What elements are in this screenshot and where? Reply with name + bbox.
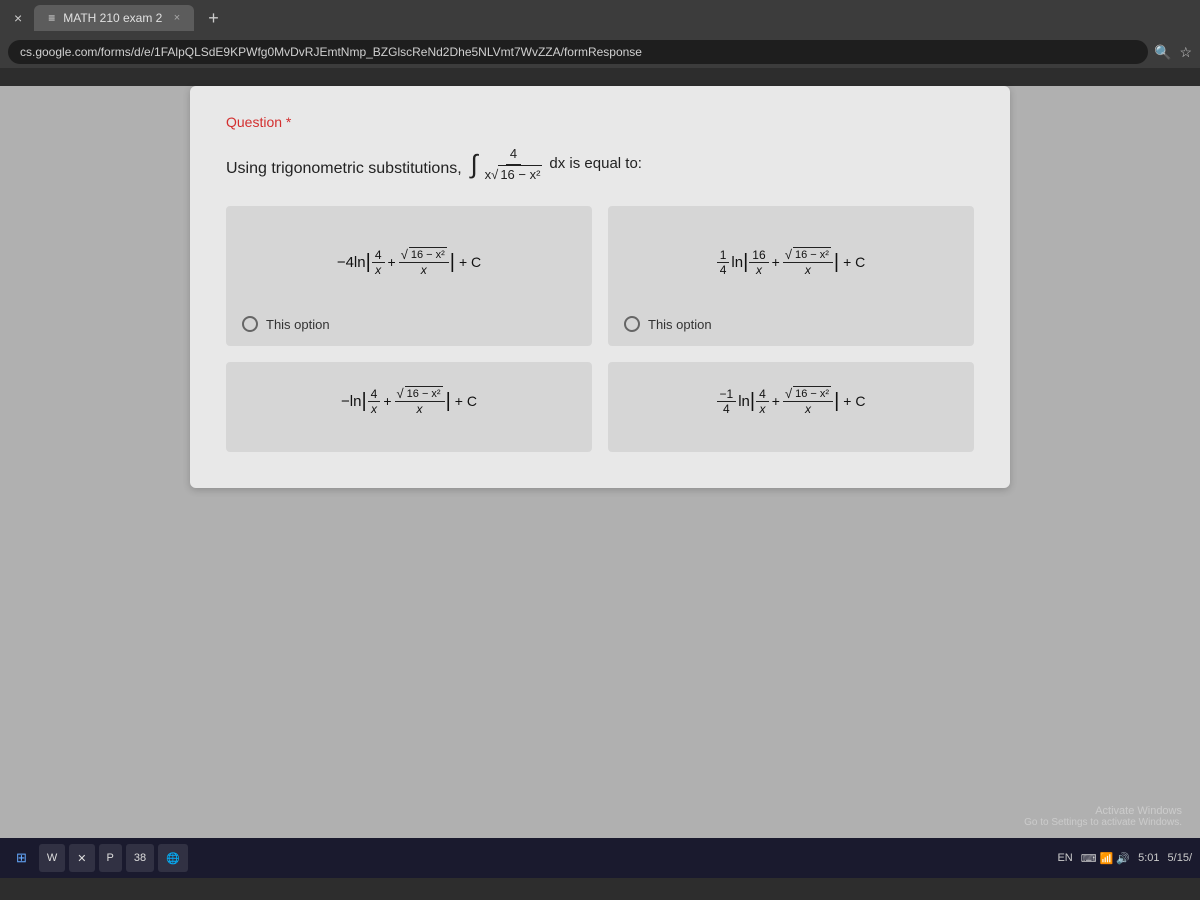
address-bar-row: cs.google.com/forms/d/e/1FAlpQLSdE9KPWfg… <box>0 36 1200 68</box>
abs-close-c: | <box>446 391 451 411</box>
browser-chrome: × ≡ MATH 210 exam 2 × + <box>0 0 1200 36</box>
bookmark-icon[interactable]: ☆ <box>1179 44 1192 61</box>
question-label: Question * <box>226 114 974 130</box>
integrand: 4 x√16 − x² <box>481 144 547 184</box>
tab-title: MATH 210 exam 2 <box>63 11 162 25</box>
dx-label: dx is equal to: <box>549 153 642 176</box>
taskbar-item-browser[interactable]: 🌐 <box>158 844 188 872</box>
options-top-grid: −4ln | 4 x + √16 − x² x | + C <box>226 206 974 346</box>
option-c-box: −ln | 4 x + √16 − x² x | + C <box>226 362 592 452</box>
address-icons: 🔍 ☆ <box>1154 44 1192 61</box>
taskbar-right: EN ⌨ 📶 🔊 5:01 5/15/ <box>1057 852 1192 865</box>
search-icon[interactable]: 🔍 <box>1154 44 1171 61</box>
tab-icon: ≡ <box>48 11 55 25</box>
option-b-formula: 1 4 ln | 16 x + √16 − x² x | + C <box>717 226 866 298</box>
option-b-radio[interactable] <box>624 316 640 332</box>
question-intro: Using trigonometric substitutions, <box>226 160 462 177</box>
abs-close-d: | <box>834 391 839 411</box>
taskbar-item-38[interactable]: 38 <box>126 844 154 872</box>
option-d-box: −1 4 ln | 4 x + √16 − x² x | + C <box>608 362 974 452</box>
taskbar-p-label: P <box>107 852 114 864</box>
option-d-formula: −1 4 ln | 4 x + √16 − x² x | + C <box>624 386 958 416</box>
abs-open-b: | <box>743 252 748 272</box>
option-c-formula: −ln | 4 x + √16 − x² x | + C <box>242 386 576 416</box>
option-a-label: This option <box>266 317 330 332</box>
address-text: cs.google.com/forms/d/e/1FAlpQLSdE9KPWfg… <box>20 45 642 59</box>
taskbar-38-label: 38 <box>134 852 146 864</box>
option-b-box: 1 4 ln | 16 x + √16 − x² x | + C <box>608 206 974 346</box>
required-star: * <box>282 114 291 130</box>
taskbar-start[interactable]: ⊞ <box>8 846 35 870</box>
option-a-radio-row: This option <box>242 316 330 332</box>
question-text: Using trigonometric substitutions, ∫ 4 x… <box>226 144 974 184</box>
taskbar: ⊞ W ✕ P 38 🌐 EN ⌨ 📶 🔊 5:01 5/15/ <box>0 838 1200 878</box>
taskbar-lang: EN <box>1057 852 1072 864</box>
window-close-button[interactable]: × <box>8 8 28 28</box>
integral-expression: ∫ 4 x√16 − x² dx is equal to: <box>471 144 642 184</box>
page-content: Question * Using trigonometric substitut… <box>0 86 1200 878</box>
taskbar-item-p[interactable]: P <box>99 844 122 872</box>
option-b-label: This option <box>648 317 712 332</box>
browser-tab[interactable]: ≡ MATH 210 exam 2 × <box>34 5 194 31</box>
new-tab-button[interactable]: + <box>200 6 227 31</box>
windows-watermark: Activate Windows Go to Settings to activ… <box>1024 805 1182 828</box>
address-bar[interactable]: cs.google.com/forms/d/e/1FAlpQLSdE9KPWfg… <box>8 40 1148 64</box>
option-a-formula: −4ln | 4 x + √16 − x² x | + C <box>337 226 481 298</box>
option-a-box: −4ln | 4 x + √16 − x² x | + C <box>226 206 592 346</box>
forms-card: Question * Using trigonometric substitut… <box>190 86 1010 488</box>
option-b-radio-row: This option <box>624 316 712 332</box>
taskbar-x-label: ✕ <box>77 852 86 865</box>
options-bottom-grid: −ln | 4 x + √16 − x² x | + C <box>226 362 974 452</box>
option-a-radio[interactable] <box>242 316 258 332</box>
abs-open-c: | <box>361 391 366 411</box>
abs-close-b: | <box>834 252 839 272</box>
taskbar-item-w[interactable]: W <box>39 844 65 872</box>
taskbar-date: 5/15/ <box>1168 852 1192 864</box>
abs-open-a: | <box>366 252 371 272</box>
question-label-text: Question <box>226 114 282 130</box>
taskbar-browser-icon: 🌐 <box>166 852 180 865</box>
taskbar-icons: ⌨ 📶 🔊 <box>1081 852 1130 865</box>
taskbar-w-label: W <box>47 852 57 864</box>
taskbar-item-x[interactable]: ✕ <box>69 844 94 872</box>
tab-close-button[interactable]: × <box>174 12 180 24</box>
abs-close-a: | <box>450 252 455 272</box>
abs-open-d: | <box>750 391 755 411</box>
integral-sign: ∫ <box>471 151 478 177</box>
taskbar-time: 5:01 <box>1138 852 1159 864</box>
